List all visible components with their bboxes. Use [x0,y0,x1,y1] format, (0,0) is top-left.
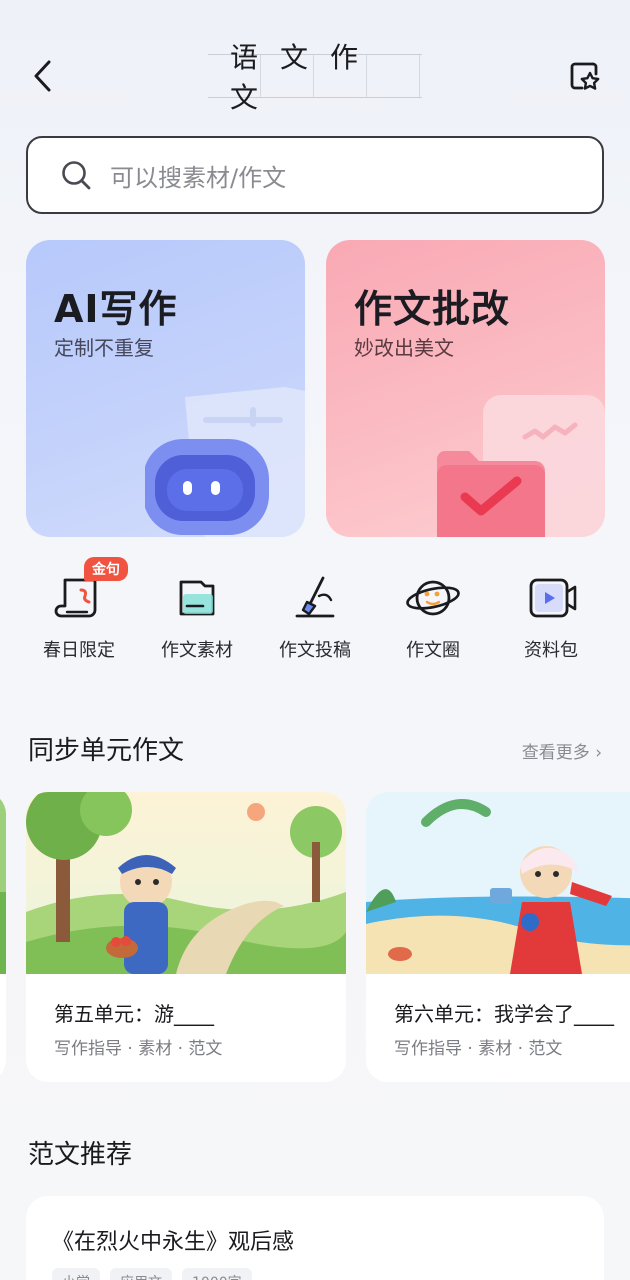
chevron-left-icon [34,60,51,92]
unit-card-5[interactable]: 第五单元：游____ 写作指导 · 素材 · 范文 [26,792,346,1082]
tag: 小学 [52,1268,100,1280]
sync-section-title: 同步单元作文 [28,736,185,766]
essay-correction-card[interactable]: 作文批改 妙改出美文 [326,240,605,537]
shortcut-label: 资料包 [524,640,578,661]
shortcut-spring-limited[interactable]: 金句 春日限定 [20,557,138,662]
see-more-link[interactable]: 查看更多 › [522,738,602,763]
tag: 1000字 [182,1268,252,1280]
pen-icon [295,576,335,618]
ai-writing-subtitle: 定制不重复 [54,336,154,360]
essay-correction-subtitle: 妙改出美文 [354,336,454,360]
search-placeholder: 可以搜素材/作文 [110,163,287,192]
shortcut-row: 金句 春日限定 作文素材 作文投稿 作文圈 资料包 [0,557,630,676]
shortcut-label: 作文投稿 [279,640,351,661]
planet-icon [406,580,460,616]
shortcut-label: 作文素材 [161,640,233,661]
unit-5-illustration [26,792,346,974]
see-more-label: 查看更多 [521,743,590,763]
ai-writing-card[interactable]: AI写作 定制不重复 [26,240,305,537]
checkmark-folder-icon [437,395,605,537]
shortcut-essay-materials[interactable]: 作文素材 [138,566,256,662]
recommend-section-title: 范文推荐 [28,1140,133,1170]
unit-title: 第五单元：游____ [54,1002,214,1026]
robot-icon [145,387,305,537]
chevron-right-icon: › [595,743,602,763]
page: 语文作文 可以搜素材/作文 AI写作 定制不重复 作文批改 妙改出美文 金句 春… [0,0,630,1280]
shortcut-essay-submit[interactable]: 作文投稿 [256,566,374,662]
unit-6-illustration [366,792,630,974]
favorites-button[interactable] [566,58,602,94]
shortcut-label: 春日限定 [43,640,115,661]
tag: 应用文 [110,1268,172,1280]
previous-unit-card-edge[interactable] [0,792,6,1082]
shortcut-resource-pack[interactable]: 资料包 [492,566,610,662]
search-icon [62,161,91,190]
gold-sentence-badge: 金句 [84,557,128,581]
back-button[interactable] [26,56,58,96]
recommend-item[interactable]: 《在烈火中永生》观后感 小学 应用文 1000字 [26,1196,604,1280]
unit-card-6[interactable]: 第六单元：我学会了____ 写作指导 · 素材 · 范文 [366,792,630,1082]
video-pack-icon [529,578,577,618]
ai-writing-title: AI写作 [54,287,178,331]
unit-meta: 写作指导 · 素材 · 范文 [54,1039,223,1059]
recommend-item-title: 《在烈火中永生》观后感 [52,1230,295,1255]
recommend-item-tags: 小学 应用文 1000字 [52,1268,252,1280]
unit-meta: 写作指导 · 素材 · 范文 [394,1039,563,1059]
folder-icon [179,580,215,616]
header: 语文作文 [0,40,630,116]
page-title-box: 语文作文 [208,41,422,114]
star-bookmark-icon [570,62,600,90]
essay-correction-title: 作文批改 [354,287,511,331]
shortcut-label: 作文圈 [406,640,460,661]
page-title: 语文作文 [230,41,381,114]
unit-title: 第六单元：我学会了____ [394,1002,614,1026]
shortcut-essay-circle[interactable]: 作文圈 [374,566,492,662]
search-input[interactable]: 可以搜素材/作文 [26,136,604,214]
